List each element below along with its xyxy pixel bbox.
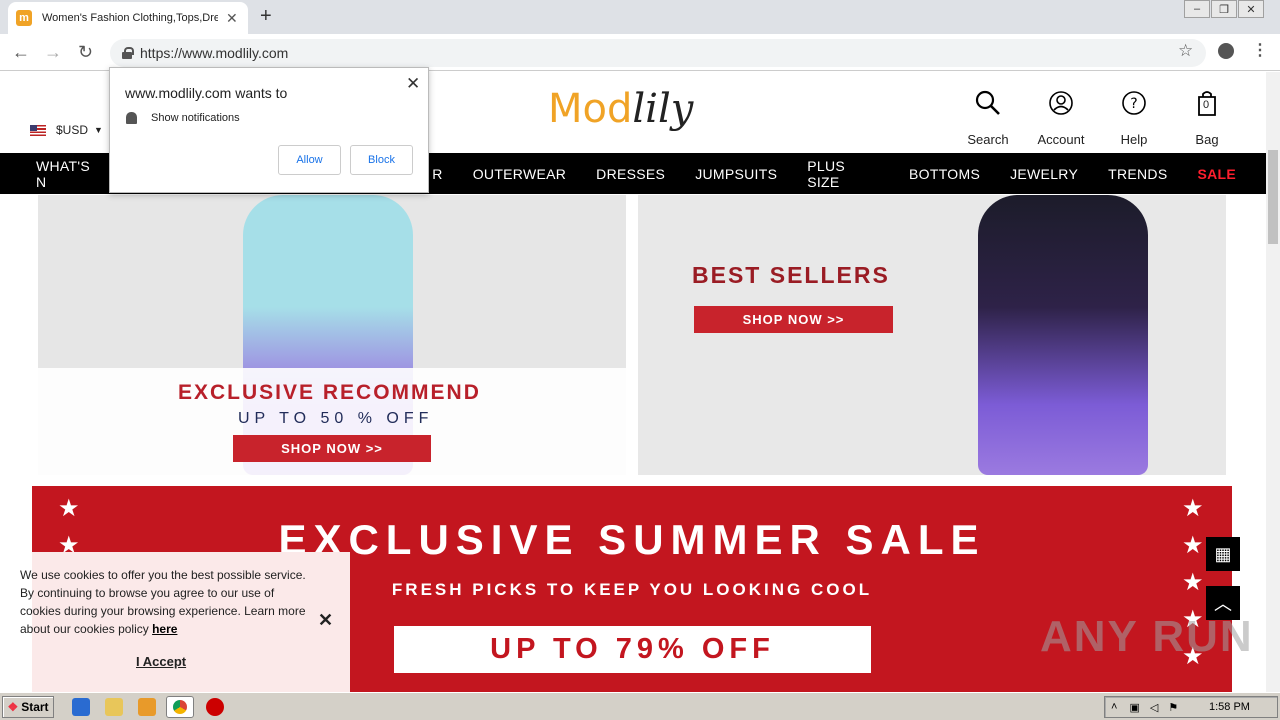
url-text: https://www.modlily.com — [140, 45, 289, 61]
window-controls: – ❐ ✕ — [1183, 0, 1264, 18]
start-label: Start — [21, 700, 49, 714]
tab-close-icon[interactable]: ✕ — [226, 10, 238, 27]
help-button[interactable]: ? Help — [1104, 88, 1164, 147]
notification-permission-label: Show notifications — [151, 112, 240, 124]
volume-icon[interactable]: ◁ — [1150, 701, 1158, 714]
notification-permission-dialog: www.modlily.com wants to ✕ Show notifica… — [109, 67, 429, 193]
nav-hidden-item[interactable]: R — [432, 166, 442, 182]
windows-logo-icon: ❖ — [7, 700, 19, 714]
modlily-logo[interactable]: Modlily — [548, 86, 693, 132]
chrome-taskbar-button[interactable] — [166, 696, 194, 718]
close-window-icon[interactable]: ✕ — [1238, 0, 1264, 18]
nav-trends[interactable]: TRENDS — [1108, 166, 1167, 182]
search-button[interactable]: Search — [958, 88, 1018, 147]
cookie-policy-link[interactable]: here — [152, 622, 177, 636]
banner-right-shop-now-button[interactable]: SHOP NOW >> — [694, 306, 893, 333]
search-label: Search — [967, 132, 1009, 147]
logo-mod: Mod — [548, 86, 633, 132]
page-scrollbar[interactable] — [1266, 72, 1280, 692]
nav-sale[interactable]: SALE — [1197, 166, 1236, 182]
start-button[interactable]: ❖ Start — [2, 696, 54, 718]
nav-jewelry[interactable]: JEWELRY — [1010, 166, 1078, 182]
bag-label: Bag — [1195, 132, 1219, 147]
folder-icon[interactable] — [105, 698, 123, 716]
system-tray: ˄ ▣ ◁ ⚑ 1:58 PM — [1104, 696, 1278, 718]
help-label: Help — [1120, 132, 1148, 147]
clock: 1:58 PM — [1209, 701, 1250, 713]
forward-icon[interactable]: → — [44, 42, 62, 63]
new-tab-button[interactable]: + — [260, 5, 272, 28]
bookmark-star-icon[interactable]: ☆ — [1178, 41, 1193, 61]
flag-icon[interactable]: ⚑ — [1168, 701, 1178, 714]
browser-tab[interactable]: m Women's Fashion Clothing,Tops,Dre ✕ — [8, 2, 248, 34]
nav-plus-size[interactable]: PLUS SIZE — [807, 158, 879, 190]
currency-selector[interactable]: $USD ▼ — [30, 123, 103, 137]
sale-discount-box: UP TO 79% OFF — [394, 626, 871, 673]
account-icon — [1031, 88, 1091, 118]
notification-allow-button[interactable]: Allow — [278, 145, 341, 175]
nav-jumpsuits[interactable]: JUMPSUITS — [695, 166, 777, 182]
help-icon: ? — [1104, 88, 1164, 118]
notification-title: www.modlily.com wants to — [125, 85, 288, 101]
banner-left-shop-now-button[interactable]: SHOP NOW >> — [233, 435, 431, 462]
nav-bottoms[interactable]: BOTTOMS — [909, 166, 980, 182]
cookie-close-icon[interactable]: ✕ — [318, 610, 333, 631]
svg-text:?: ? — [1130, 96, 1137, 112]
account-button[interactable]: Account — [1031, 88, 1091, 147]
scrollbar-thumb[interactable] — [1268, 150, 1278, 244]
reload-icon[interactable]: ↻ — [78, 42, 93, 63]
chevron-down-icon: ▼ — [94, 125, 103, 135]
opera-icon[interactable] — [206, 698, 224, 716]
notification-permission-row: Show notifications — [126, 112, 240, 124]
cookie-text: We use cookies to offer you the best pos… — [20, 566, 310, 638]
network-icon[interactable]: ▣ — [1129, 701, 1139, 714]
nav-whats-new[interactable]: WHAT'S N — [36, 158, 102, 190]
account-label: Account — [1037, 132, 1085, 147]
tab-title: Women's Fashion Clothing,Tops,Dre — [42, 12, 218, 24]
bell-icon — [126, 112, 137, 124]
nav-dresses[interactable]: DRESSES — [596, 166, 665, 182]
tab-bar: m Women's Fashion Clothing,Tops,Dre ✕ + … — [0, 0, 1280, 34]
notification-close-icon[interactable]: ✕ — [406, 74, 420, 94]
exclusive-recommend-banner[interactable]: EXCLUSIVE RECOMMEND UP TO 50 % OFF SHOP … — [38, 195, 626, 475]
banner-right-title: BEST SELLERS — [692, 262, 890, 288]
bag-count: 0 — [1203, 99, 1210, 111]
currency-label: $USD — [56, 123, 89, 137]
anyrun-watermark: ANY RUN — [1040, 612, 1254, 661]
address-bar[interactable]: https://www.modlily.com — [110, 39, 1206, 67]
minimize-icon[interactable]: – — [1184, 0, 1210, 18]
qr-code-icon[interactable]: ▦ — [1206, 537, 1240, 571]
lock-icon — [122, 47, 134, 59]
us-flag-icon — [30, 124, 46, 136]
banner-left-title: EXCLUSIVE RECOMMEND — [178, 381, 481, 404]
bag-button[interactable]: 0 Bag — [1177, 88, 1237, 147]
cookie-accept-button[interactable]: I Accept — [136, 654, 186, 669]
windows-taskbar: ❖ Start ˄ ▣ ◁ ⚑ 1:58 PM — [0, 692, 1280, 720]
notification-block-button[interactable]: Block — [350, 145, 413, 175]
logo-lily: lily — [632, 86, 694, 132]
back-icon[interactable]: ← — [12, 42, 30, 63]
chrome-icon — [173, 700, 187, 714]
best-sellers-banner[interactable]: BEST SELLERS SHOP NOW >> — [638, 195, 1226, 475]
profile-icon[interactable] — [1218, 43, 1234, 59]
media-player-icon[interactable] — [138, 698, 156, 716]
model-dark-purple-top-image — [978, 195, 1148, 475]
search-icon — [958, 88, 1018, 118]
menu-kebab-icon[interactable]: ⋮ — [1252, 40, 1268, 60]
nav-outerwear[interactable]: OUTERWEAR — [473, 166, 566, 182]
modlily-favicon-icon: m — [16, 10, 32, 26]
cookie-banner: We use cookies to offer you the best pos… — [20, 552, 350, 692]
tray-expand-icon[interactable]: ˄ — [1111, 701, 1117, 713]
ie-icon[interactable] — [72, 698, 90, 716]
banner-left-subtitle: UP TO 50 % OFF — [238, 410, 434, 427]
browser-toolbar: ← → ↻ https://www.modlily.com — [0, 34, 1280, 71]
restore-icon[interactable]: ❐ — [1211, 0, 1237, 18]
